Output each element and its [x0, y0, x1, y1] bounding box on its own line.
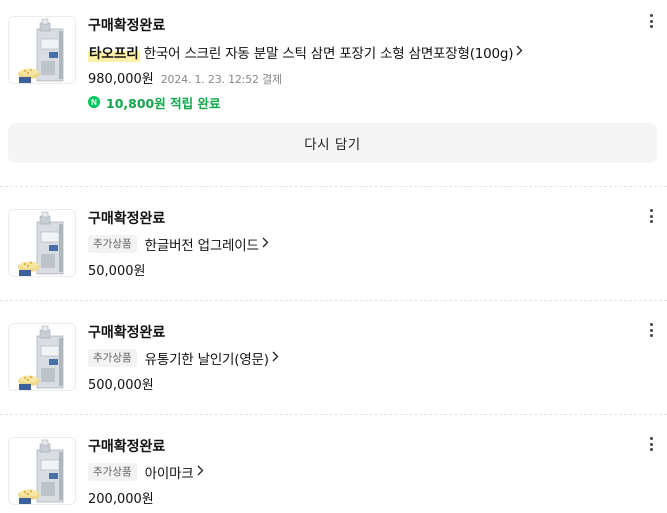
- points-earned: 10,800원 적립 완료: [106, 95, 221, 111]
- product-price: 980,000원: [88, 72, 154, 87]
- order-status: 구매확정완료: [88, 18, 166, 34]
- product-thumbnail[interactable]: [8, 209, 76, 277]
- product-name: 유통기한 날인기(영문): [144, 352, 269, 368]
- order-status: 구매확정완료: [88, 325, 166, 341]
- product-name: 한국어 스크린 자동 분말 스틱 삼면 포장기 소형 삼면포장형(100g): [143, 46, 514, 62]
- naver-pay-icon: N: [88, 96, 100, 108]
- product-link[interactable]: 추가상품 한글버전 업그레이드: [88, 233, 637, 255]
- add-on-tag: 추가상품: [88, 349, 137, 367]
- order-status: 구매확정완료: [88, 439, 166, 455]
- add-on-tag: 추가상품: [88, 463, 137, 481]
- add-on-tag: 추가상품: [88, 235, 137, 253]
- chevron-right-icon: [516, 45, 523, 60]
- order-status: 구매확정완료: [88, 211, 166, 227]
- product-thumbnail[interactable]: [8, 437, 76, 505]
- product-thumbnail[interactable]: [8, 323, 76, 391]
- more-vertical-icon[interactable]: [647, 435, 655, 453]
- more-vertical-icon[interactable]: [647, 321, 655, 339]
- divider: [0, 300, 667, 301]
- rebuy-button[interactable]: 다시 담기: [8, 123, 657, 163]
- product-name: 한글버전 업그레이드: [144, 238, 259, 254]
- product-price: 500,000원: [88, 378, 154, 393]
- product-price: 200,000원: [88, 492, 154, 507]
- product-price: 50,000원: [88, 264, 146, 279]
- chevron-right-icon: [262, 237, 269, 252]
- more-vertical-icon[interactable]: [647, 12, 655, 30]
- brand-name: 타오프리: [88, 42, 140, 62]
- chevron-right-icon: [272, 351, 279, 366]
- product-link[interactable]: 추가상품 아이마크: [88, 461, 637, 483]
- product-name: 아이마크: [144, 466, 194, 482]
- product-link[interactable]: 타오프리 한국어 스크린 자동 분말 스틱 삼면 포장기 소형 삼면포장형(10…: [88, 41, 637, 63]
- divider: [0, 186, 667, 187]
- chevron-right-icon: [197, 465, 204, 480]
- divider: [0, 414, 667, 415]
- more-vertical-icon[interactable]: [647, 207, 655, 225]
- product-thumbnail[interactable]: [8, 16, 76, 84]
- product-link[interactable]: 추가상품 유통기한 날인기(영문): [88, 347, 637, 369]
- payment-date: 2024. 1. 23. 12:52 결제: [160, 73, 282, 86]
